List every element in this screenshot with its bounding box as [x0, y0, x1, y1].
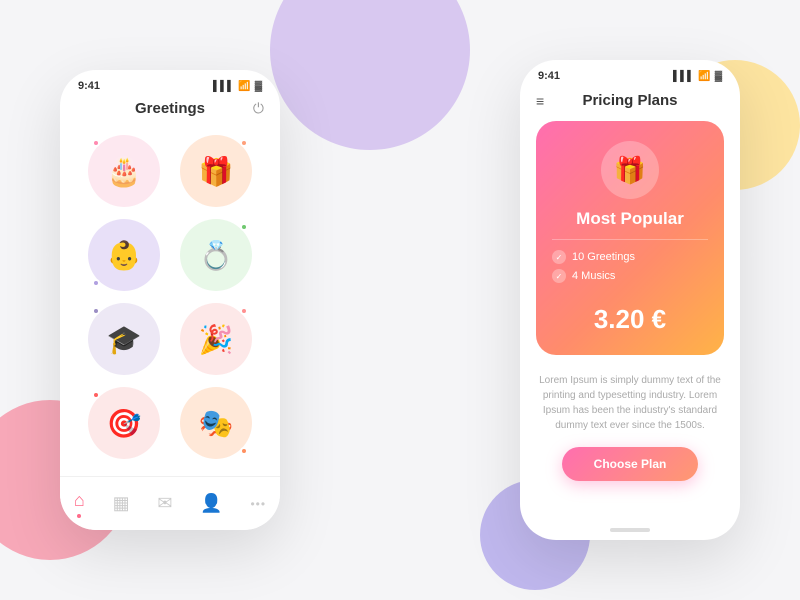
mask-circle[interactable]: 🎭	[180, 387, 252, 459]
dot-rings	[240, 223, 248, 231]
icon-cell-birthday[interactable]: 🎂	[84, 135, 164, 207]
power-icon[interactable]: ⏻	[253, 100, 264, 117]
feature-greetings-text: 10 Greetings	[572, 251, 635, 263]
card-features: ✓ 10 Greetings ✓ 4 Musics	[552, 250, 708, 288]
gift-circle[interactable]: 🎁	[180, 135, 252, 207]
feature-musics: ✓ 4 Musics	[552, 269, 708, 283]
wifi-icon: 📶	[238, 81, 250, 92]
icon-cell-rings[interactable]: 💍	[176, 219, 256, 291]
icon-grid: 🎂 🎁 👶 💍 🎓	[60, 127, 280, 467]
right-time: 9:41	[538, 70, 560, 82]
card-divider	[552, 239, 708, 240]
right-status-icons: ▌▌▌ 📶 ▓	[673, 71, 722, 82]
card-price: 3.20 €	[594, 304, 666, 335]
home-icon: ⌂	[74, 490, 85, 511]
dot-party	[240, 307, 248, 315]
card-title: Most Popular	[576, 209, 684, 229]
profile-icon: 👤	[200, 493, 222, 514]
icon-cell-baby[interactable]: 👶	[84, 219, 164, 291]
card-gift-icon: 🎁	[601, 141, 659, 199]
nav-home-dot	[77, 514, 81, 518]
right-battery-icon: ▓	[715, 71, 722, 82]
left-phone-header: Greetings ⏻	[60, 96, 280, 127]
nav-profile[interactable]: 👤	[192, 489, 230, 518]
icon-cell-gift[interactable]: 🎁	[176, 135, 256, 207]
left-time: 9:41	[78, 80, 100, 92]
pricing-title: Pricing Plans	[582, 92, 677, 109]
party-circle[interactable]: 🎉	[180, 303, 252, 375]
bg-blob-purple	[270, 0, 470, 150]
greetings-title: Greetings	[135, 100, 205, 117]
nav-mail[interactable]: ✉	[149, 489, 180, 518]
scroll-indicator	[610, 528, 650, 532]
check-greetings: ✓	[552, 250, 566, 264]
baby-circle[interactable]: 👶	[88, 219, 160, 291]
dot-target	[92, 391, 100, 399]
pricing-card: 🎁 Most Popular ✓ 10 Greetings ✓ 4 Musics…	[536, 121, 724, 355]
target-circle[interactable]: 🎯	[88, 387, 160, 459]
more-icon: •••	[250, 497, 266, 511]
pricing-description: Lorem Ipsum is simply dummy text of the …	[520, 365, 740, 441]
nav-home[interactable]: ⌂	[66, 486, 93, 522]
mail-icon: ✉	[157, 493, 172, 514]
dot-mask	[240, 447, 248, 455]
dot-birthday	[92, 139, 100, 147]
nav-more[interactable]: •••	[242, 493, 274, 515]
rings-circle[interactable]: 💍	[180, 219, 252, 291]
hamburger-icon[interactable]: ≡	[536, 94, 544, 108]
battery-icon: ▓	[255, 81, 262, 92]
icon-cell-mask[interactable]: 🎭	[176, 387, 256, 459]
left-status-icons: ▌▌▌ 📶 ▓	[213, 81, 262, 92]
feature-musics-text: 4 Musics	[572, 270, 615, 282]
nav-grid[interactable]: ▦	[105, 489, 138, 518]
dot-graduation	[92, 307, 100, 315]
dot-gift	[240, 139, 248, 147]
choose-plan-button[interactable]: Choose Plan	[562, 447, 699, 481]
bottom-nav: ⌂ ▦ ✉ 👤 •••	[60, 476, 280, 530]
right-status-bar: 9:41 ▌▌▌ 📶 ▓	[520, 60, 740, 86]
grid-icon: ▦	[113, 493, 130, 514]
graduation-circle[interactable]: 🎓	[88, 303, 160, 375]
icon-cell-graduation[interactable]: 🎓	[84, 303, 164, 375]
right-signal-icon: ▌▌▌	[673, 71, 694, 82]
right-wifi-icon: 📶	[698, 71, 710, 82]
icon-cell-target[interactable]: 🎯	[84, 387, 164, 459]
feature-greetings: ✓ 10 Greetings	[552, 250, 708, 264]
right-phone-header: ≡ Pricing Plans	[520, 86, 740, 117]
left-status-bar: 9:41 ▌▌▌ 📶 ▓	[60, 70, 280, 96]
dot-baby	[92, 279, 100, 287]
icon-cell-party[interactable]: 🎉	[176, 303, 256, 375]
signal-icon: ▌▌▌	[213, 81, 234, 92]
birthday-circle[interactable]: 🎂	[88, 135, 160, 207]
check-musics: ✓	[552, 269, 566, 283]
left-phone: 9:41 ▌▌▌ 📶 ▓ Greetings ⏻ 🎂 🎁 👶	[60, 70, 280, 530]
right-phone: 9:41 ▌▌▌ 📶 ▓ ≡ Pricing Plans 🎁 Most Popu…	[520, 60, 740, 540]
